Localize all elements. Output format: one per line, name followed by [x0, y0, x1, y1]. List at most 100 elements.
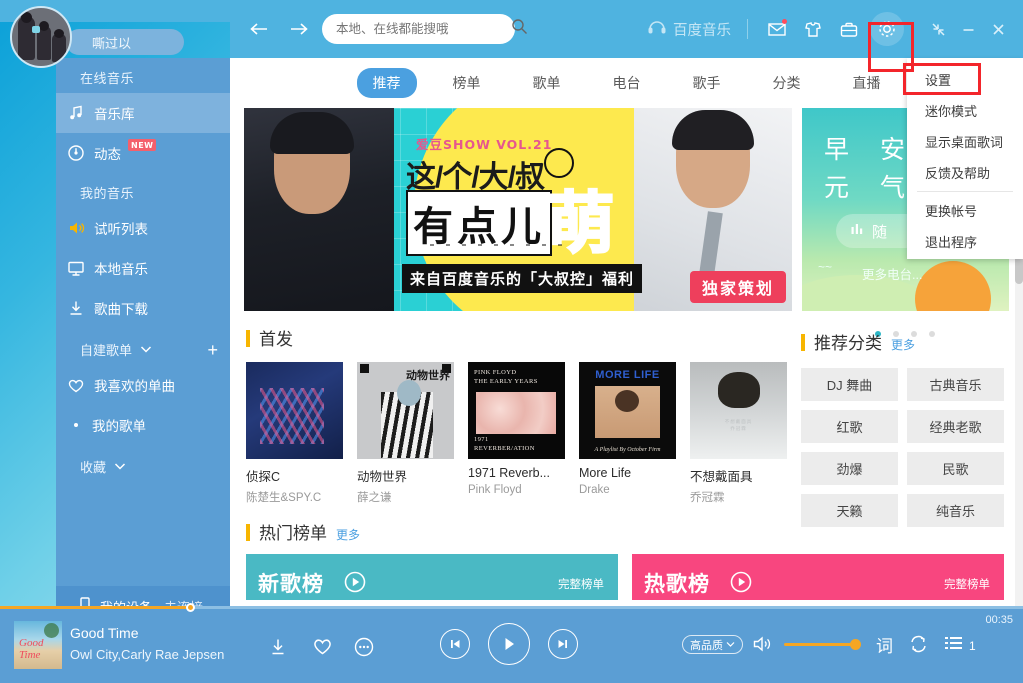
play-circle-icon[interactable] — [344, 571, 366, 598]
sidebar-group-label: 收藏 — [80, 460, 107, 475]
volume-icon[interactable] — [752, 634, 774, 659]
previous-icon[interactable] — [440, 629, 470, 659]
menu-item-label: 迷你模式 — [925, 104, 978, 119]
menu-item-feedback-help[interactable]: 反馈及帮助 — [907, 157, 1023, 188]
category-chip[interactable]: 古典音乐 — [907, 368, 1004, 401]
speaker-icon — [66, 218, 86, 238]
quality-selector[interactable]: 高品质 — [682, 635, 743, 654]
sidebar-item-my-playlist[interactable]: 我的歌单 — [56, 405, 230, 445]
rank-card-full-link[interactable]: 完整榜单 — [558, 576, 604, 592]
main-banner[interactable]: 爱豆SHOW VOL.21 这/个/大/叔 有点儿 萌 来自百度音乐的「大叔控」… — [244, 108, 792, 311]
sidebar-item-local-music[interactable]: 本地音乐 — [56, 248, 230, 288]
banner-person-left — [244, 108, 394, 311]
hot-ranks-more-link[interactable]: 更多 — [336, 526, 360, 543]
category-chip[interactable]: 天籁 — [801, 494, 898, 527]
tab-radio[interactable]: 电台 — [597, 68, 657, 98]
gear-icon[interactable] — [870, 12, 904, 46]
play-circle-icon[interactable] — [730, 571, 752, 598]
category-chip[interactable]: 经典老歌 — [907, 410, 1004, 443]
tab-playlists[interactable]: 歌单 — [517, 68, 577, 98]
lyrics-button[interactable]: 词 — [876, 632, 893, 657]
tab-charts[interactable]: 榜单 — [437, 68, 497, 98]
search-input[interactable] — [336, 22, 497, 36]
search-icon[interactable] — [511, 18, 528, 40]
menu-item-switch-account[interactable]: 更换帐号 — [907, 195, 1023, 226]
username-pill[interactable]: 嘶过以 — [66, 29, 184, 55]
plus-icon[interactable]: + — [207, 341, 218, 359]
volume-slider-knob[interactable] — [850, 639, 861, 650]
sidebar-item-activity[interactable]: 动态 NEW — [56, 133, 230, 173]
main-content: 推荐 榜单 歌单 电台 歌手 分类 直播 爱豆SHOW VOL.21 这/个/大… — [230, 58, 1023, 606]
back-button[interactable] — [242, 12, 276, 46]
side-banner-more-link[interactable]: 更多电台... — [862, 264, 922, 283]
sidebar-item-downloads[interactable]: 歌曲下载 — [56, 288, 230, 328]
menu-item-settings[interactable]: 设置 — [907, 64, 1023, 95]
now-playing-artist: Owl City,Carly Rae Jepsen — [70, 647, 225, 662]
menu-item-desktop-lyrics[interactable]: 显示桌面歌词 — [907, 126, 1023, 157]
category-chip[interactable]: DJ 舞曲 — [801, 368, 898, 401]
sidebar-item-label: 歌曲下载 — [94, 302, 148, 317]
tab-artists[interactable]: 歌手 — [677, 68, 737, 98]
avatar[interactable] — [10, 6, 72, 68]
chevron-down-icon[interactable] — [114, 459, 126, 474]
tab-categories[interactable]: 分类 — [757, 68, 817, 98]
sidebar-group-custom-playlists[interactable]: 自建歌单 + — [56, 328, 230, 365]
briefcase-icon[interactable] — [834, 14, 864, 44]
menu-item-label: 更换帐号 — [925, 204, 978, 219]
album-cover: MORE LIFE A Playlist By October Firm — [579, 362, 676, 459]
collapse-icon[interactable] — [923, 14, 953, 44]
sidebar-item-music-library[interactable]: 音乐库 — [56, 93, 230, 133]
mail-icon[interactable] — [762, 14, 792, 44]
progress-fill — [0, 606, 190, 609]
category-chip[interactable]: 民歌 — [907, 452, 1004, 485]
album-card[interactable]: PINK FLOYD THE EARLY YEARS 1971 REVERBER/A… — [468, 362, 565, 505]
rank-card-hot-songs[interactable]: 热歌榜 完整榜单 — [632, 554, 1004, 600]
album-title: More Life — [579, 466, 632, 480]
menu-item-mini-mode[interactable]: 迷你模式 — [907, 95, 1023, 126]
tab-recommend[interactable]: 推荐 — [356, 68, 417, 98]
new-badge: NEW — [128, 139, 157, 151]
rank-card-full-link[interactable]: 完整榜单 — [944, 576, 990, 592]
sidebar-group-label: 自建歌单 — [80, 343, 133, 358]
minimize-icon[interactable] — [953, 14, 983, 44]
top-toolbar: 百度音乐 — [230, 0, 1023, 58]
music-note-icon — [66, 103, 86, 123]
more-dots-icon[interactable] — [354, 637, 374, 662]
shirt-icon[interactable] — [798, 14, 828, 44]
category-chip[interactable]: 劲爆 — [801, 452, 898, 485]
album-card[interactable]: 不想戴面具 乔冠霖 不想戴面具 乔冠霖 — [690, 362, 787, 505]
heart-icon — [66, 375, 86, 395]
sidebar-item-favorite-songs[interactable]: 我喜欢的单曲 — [56, 365, 230, 405]
now-playing-cover[interactable]: Good Time — [14, 621, 62, 669]
play-icon[interactable] — [488, 623, 530, 665]
progress-knob[interactable] — [186, 603, 195, 612]
categories-more-link[interactable]: 更多 — [891, 336, 915, 353]
chevron-down-icon[interactable] — [140, 342, 152, 357]
sidebar-group-favorites[interactable]: 收藏 — [56, 445, 230, 482]
search-box[interactable] — [322, 14, 527, 44]
heart-icon[interactable] — [312, 637, 333, 661]
next-icon[interactable] — [548, 629, 578, 659]
album-card[interactable]: 侦探C 陈楚生&SPY.C — [246, 362, 343, 505]
rank-card-new-songs[interactable]: 新歌榜 完整榜单 — [246, 554, 618, 600]
progress-track[interactable] — [0, 603, 1023, 612]
download-icon[interactable] — [268, 637, 288, 662]
menu-separator — [917, 191, 1013, 192]
repeat-icon[interactable] — [908, 634, 929, 659]
category-chip[interactable]: 纯音乐 — [907, 494, 1004, 527]
tab-live[interactable]: 直播 — [837, 68, 897, 98]
album-cover: PINK FLOYD THE EARLY YEARS 1971 REVERBER/A… — [468, 362, 565, 459]
forward-button[interactable] — [282, 12, 316, 46]
album-title: 1971 Reverb... — [468, 466, 550, 480]
menu-item-exit[interactable]: 退出程序 — [907, 226, 1023, 257]
volume-slider-track[interactable] — [784, 643, 856, 646]
album-card[interactable]: MORE LIFE A Playlist By October Firm Mor… — [579, 362, 676, 505]
album-cover-caption: A Playlist By October Firm — [594, 447, 661, 453]
section-accent-bar — [246, 330, 250, 347]
album-card[interactable]: 动物世界 动物世界 薛之谦 — [357, 362, 454, 505]
playlist-button[interactable]: 1 — [944, 634, 976, 657]
close-icon[interactable] — [983, 14, 1013, 44]
category-chip[interactable]: 红歌 — [801, 410, 898, 443]
sidebar-item-preview-list[interactable]: 试听列表 — [56, 208, 230, 248]
settings-dropdown-menu[interactable]: 设置 迷你模式 显示桌面歌词 反馈及帮助 更换帐号 退出程序 — [907, 58, 1023, 259]
